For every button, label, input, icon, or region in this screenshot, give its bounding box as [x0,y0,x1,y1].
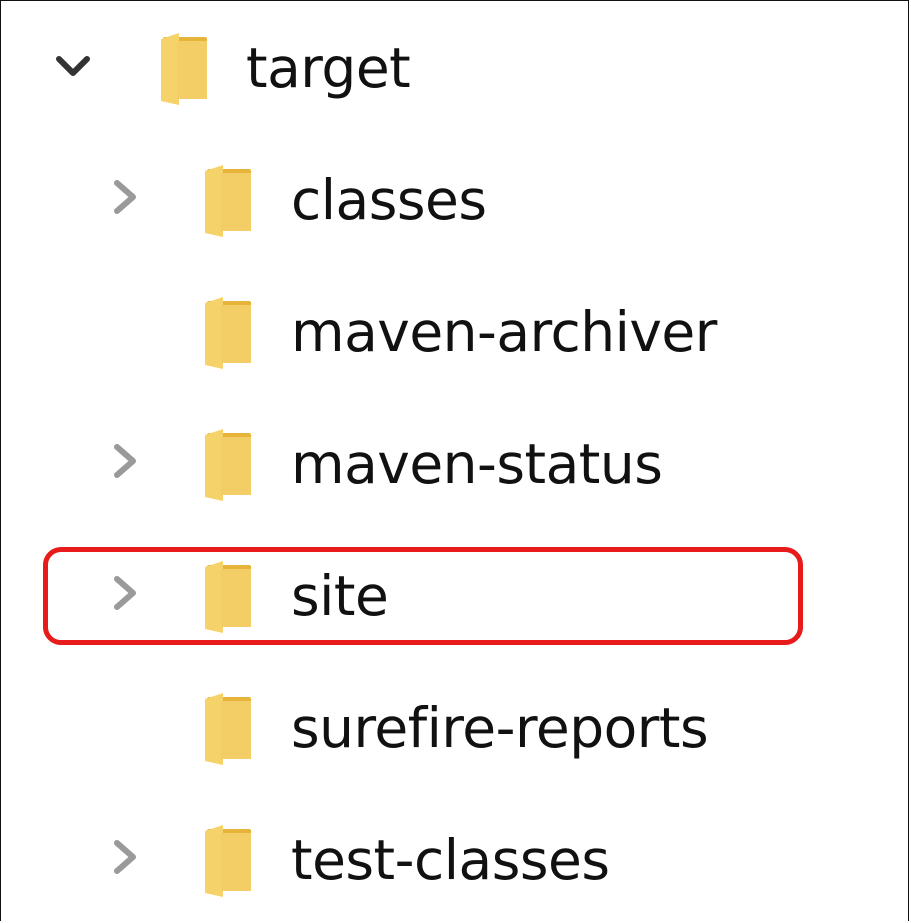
folder-icon [201,823,257,899]
tree-item-label: classes [291,168,487,232]
tree-item-classes[interactable]: classes [1,133,910,253]
tree-item-test-classes[interactable]: test-classes [1,793,910,913]
chevron-right-icon[interactable] [105,837,145,877]
tree-item-label: surefire-reports [291,696,709,760]
folder-icon [201,295,257,371]
highlight-box [43,547,803,645]
folder-icon [201,163,257,239]
tree-item-label: maven-status [291,432,663,496]
tree-item-label: test-classes [291,828,610,892]
tree-item-surefire-reports[interactable]: surefire-reports [1,661,910,781]
folder-icon [157,31,213,107]
tree-item-label: maven-archiver [291,300,717,364]
tree-item-target[interactable]: target [1,1,910,121]
chevron-right-icon[interactable] [105,177,145,217]
tree-item-maven-status[interactable]: maven-status [1,397,910,517]
folder-icon [201,691,257,767]
chevron-down-icon[interactable] [53,45,93,85]
tree-item-maven-archiver[interactable]: maven-archiver [1,265,910,385]
chevron-right-icon[interactable] [105,441,145,481]
tree-item-label: target [246,36,411,100]
file-tree-panel: target classes maven-archiver maven-stat… [0,0,909,921]
folder-icon [201,427,257,503]
